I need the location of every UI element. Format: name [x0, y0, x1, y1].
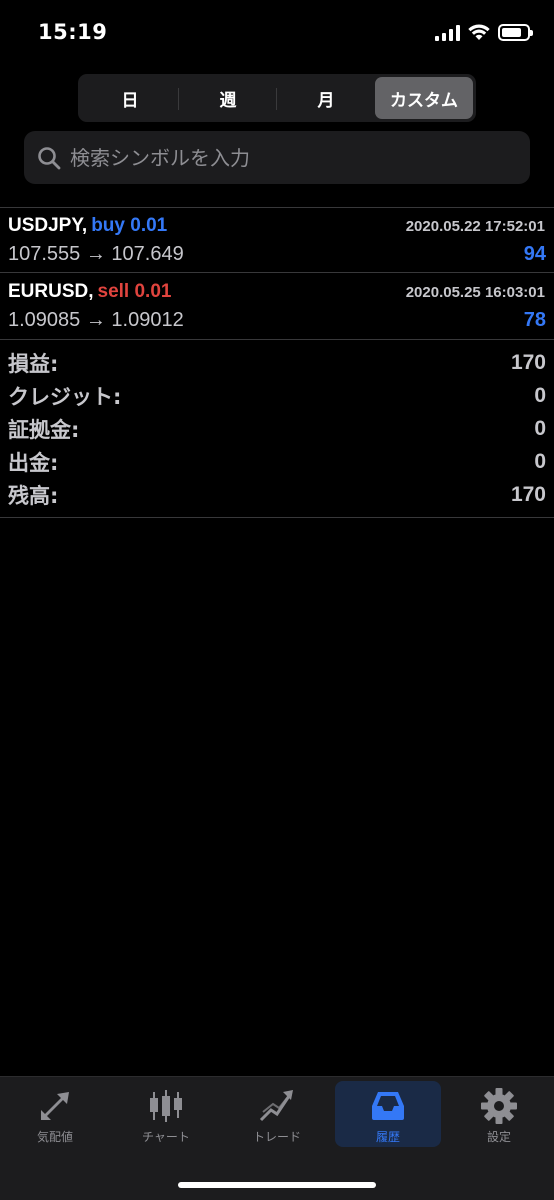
trade-profit: 78 [523, 309, 546, 331]
search-icon [38, 146, 61, 169]
account-summary: 損益: 170 クレジット: 0 証拠金: 0 出金: 0 残高: 170 [0, 346, 554, 511]
tab-chart[interactable]: チャート [113, 1081, 219, 1147]
summary-credit: クレジット: 0 [0, 379, 554, 412]
trade-row[interactable]: USDJPY, buy 0.01 2020.05.22 17:52:01 107.… [0, 208, 554, 272]
summary-profit: 損益: 170 [0, 346, 554, 379]
tab-quotes[interactable]: 気配値 [2, 1081, 108, 1147]
quotes-arrows-icon [41, 1092, 69, 1120]
tab-label: 設定 [486, 1130, 511, 1144]
summary-value: 170 [510, 482, 546, 506]
inbox-tray-icon [372, 1092, 404, 1120]
battery-icon [498, 24, 533, 41]
divider [0, 339, 554, 340]
trade-prices: 107.555 → 107.649 [8, 243, 184, 265]
divider [0, 272, 554, 273]
summary-withdrawal: 出金: 0 [0, 445, 554, 478]
status-icons [435, 24, 533, 41]
segment-day[interactable]: 日 [81, 77, 179, 119]
segment-week[interactable]: 週 [179, 77, 277, 119]
tab-bar: 気配値 チャート トレード 履歴 設定 [0, 1076, 554, 1200]
segment-month[interactable]: 月 [277, 77, 375, 119]
trade-symbol-line: USDJPY, buy 0.01 [8, 215, 167, 237]
summary-value: 0 [534, 449, 546, 473]
summary-label: 残高: [8, 483, 59, 508]
tab-label: チャート [142, 1130, 190, 1144]
tab-history[interactable]: 履歴 [335, 1081, 441, 1147]
tab-label: 履歴 [375, 1130, 400, 1144]
trade-symbol: EURUSD, [8, 281, 94, 302]
summary-balance: 残高: 170 [0, 478, 554, 511]
trade-profit: 94 [523, 243, 546, 265]
summary-value: 170 [510, 350, 546, 374]
tab-settings[interactable]: 設定 [446, 1081, 552, 1147]
divider [0, 517, 554, 518]
trade-chart-icon [259, 1090, 293, 1122]
search-bar[interactable] [24, 131, 530, 184]
summary-value: 0 [534, 383, 546, 407]
summary-label: クレジット: [8, 384, 122, 409]
trade-row[interactable]: EURUSD, sell 0.01 2020.05.25 16:03:01 1.0… [0, 274, 554, 338]
search-input[interactable] [70, 145, 510, 170]
summary-label: 出金: [8, 450, 59, 475]
period-segmented-control: 日 週 月 カスタム [78, 74, 476, 122]
wifi-icon [468, 24, 490, 40]
segment-custom[interactable]: カスタム [375, 77, 473, 119]
tab-trade[interactable]: トレード [224, 1081, 330, 1147]
summary-margin: 証拠金: 0 [0, 412, 554, 445]
trade-time: 2020.05.22 17:52:01 [405, 218, 545, 235]
tab-label: 気配値 [36, 1130, 73, 1144]
summary-label: 損益: [8, 351, 59, 376]
summary-value: 0 [534, 416, 546, 440]
home-indicator[interactable] [178, 1182, 376, 1188]
status-time: 15:19 [38, 20, 108, 44]
status-bar: 15:19 [0, 0, 554, 66]
trade-symbol: USDJPY, [8, 215, 88, 236]
cellular-signal-icon [435, 24, 460, 41]
trade-time: 2020.05.25 16:03:01 [405, 284, 545, 301]
trade-side: buy 0.01 [91, 215, 168, 236]
summary-label: 証拠金: [8, 417, 80, 442]
gear-icon [481, 1088, 517, 1124]
trade-side: sell 0.01 [97, 281, 172, 302]
tab-label: トレード [252, 1130, 301, 1144]
candlestick-icon [150, 1090, 182, 1122]
trade-prices: 1.09085 → 1.09012 [8, 309, 184, 331]
trade-symbol-line: EURUSD, sell 0.01 [8, 281, 171, 303]
